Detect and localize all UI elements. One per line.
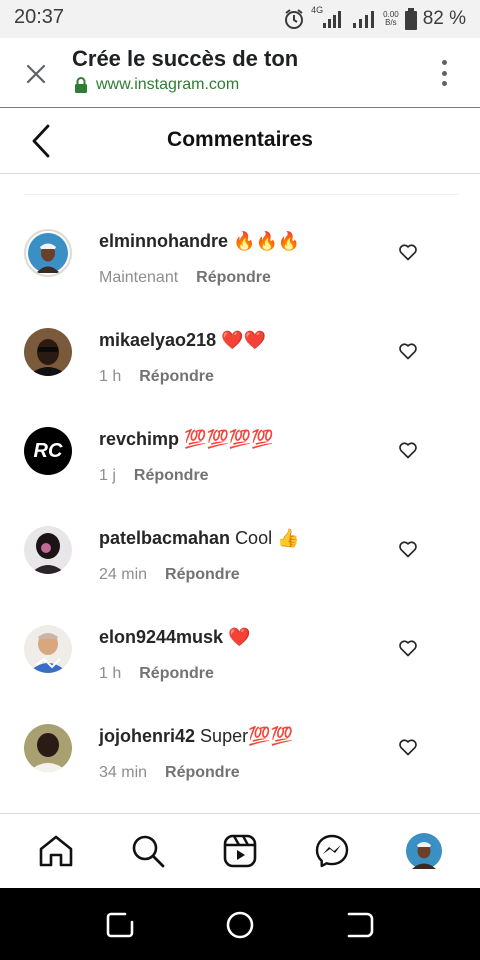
- reels-icon: [223, 834, 257, 868]
- comment-text: revchimp 💯💯💯💯: [99, 429, 274, 450]
- header-title: Commentaires: [167, 128, 313, 151]
- profile-avatar-icon: [406, 833, 442, 869]
- comment-meta: 1 h Répondre: [99, 368, 214, 386]
- comment-body: Cool 👍: [235, 528, 300, 548]
- user-avatar-icon: [24, 724, 72, 772]
- user-avatar-icon: [24, 328, 72, 376]
- comment-body: Super💯💯: [200, 726, 293, 746]
- browser-bar: Crée le succès de ton www.instagram.com: [0, 38, 480, 108]
- comment-username[interactable]: elon9244musk: [99, 627, 223, 647]
- close-button[interactable]: [22, 60, 50, 88]
- comment-username[interactable]: jojohenri42: [99, 726, 195, 746]
- comment-item: elminnohandre 🔥🔥🔥 Maintenant Répondre: [0, 195, 480, 294]
- comment-time: 24 min: [99, 566, 148, 583]
- avatar[interactable]: [24, 724, 72, 772]
- reply-button[interactable]: Répondre: [139, 368, 214, 386]
- alarm-icon: [285, 9, 304, 29]
- comment-body: ❤️: [228, 627, 251, 647]
- nav-messenger[interactable]: [312, 831, 352, 871]
- reply-button[interactable]: Répondre: [165, 764, 240, 782]
- avatar[interactable]: [24, 229, 72, 277]
- comment-item: mikaelyao218 ❤️❤️ 1 h Répondre: [0, 294, 480, 393]
- page-header: Commentaires: [0, 108, 480, 174]
- more-options-button[interactable]: [434, 58, 454, 88]
- comment-time: 1 h: [99, 665, 122, 682]
- comment-username[interactable]: revchimp: [99, 429, 179, 449]
- comment-meta: 24 min Répondre: [99, 566, 240, 584]
- comment-text: jojohenri42 Super💯💯: [99, 726, 293, 747]
- comment-meta: 1 j Répondre: [99, 467, 209, 485]
- close-icon: [26, 64, 46, 84]
- avatar[interactable]: [24, 526, 72, 574]
- avatar[interactable]: [24, 328, 72, 376]
- lock-icon: [75, 77, 87, 93]
- comment-body: 💯💯💯💯: [184, 429, 274, 449]
- comment-body: ❤️❤️: [221, 330, 266, 350]
- heart-icon[interactable]: [398, 242, 418, 262]
- comment-text: elminnohandre 🔥🔥🔥: [99, 231, 300, 252]
- comment-time: Maintenant: [99, 269, 179, 286]
- reply-button[interactable]: Répondre: [134, 467, 209, 485]
- heart-icon[interactable]: [398, 638, 418, 658]
- reply-button[interactable]: Répondre: [196, 269, 271, 287]
- comment-username[interactable]: elminnohandre: [99, 231, 228, 251]
- avatar[interactable]: RC: [24, 427, 72, 475]
- battery-percent: 82 %: [422, 8, 466, 29]
- heart-icon[interactable]: [398, 737, 418, 757]
- kebab-dot-icon: [441, 60, 447, 65]
- kebab-dot-icon: [441, 70, 447, 76]
- reply-button[interactable]: Répondre: [139, 665, 214, 683]
- reply-button[interactable]: Répondre: [165, 566, 240, 584]
- network-speed: 0.00 B/s: [383, 10, 399, 27]
- back-nav-icon[interactable]: [345, 910, 375, 940]
- signal-icon: [323, 11, 342, 28]
- comment-meta: 34 min Répondre: [99, 764, 240, 782]
- android-nav-bar: [0, 888, 480, 960]
- comment-text: elon9244musk ❤️: [99, 627, 251, 648]
- search-icon: [132, 835, 165, 868]
- heart-icon[interactable]: [398, 539, 418, 559]
- comment-username[interactable]: patelbacmahan: [99, 528, 230, 548]
- heart-icon[interactable]: [398, 440, 418, 460]
- avatar[interactable]: [24, 625, 72, 673]
- status-time: 20:37: [14, 6, 65, 28]
- signal-4g: 4G: [311, 5, 345, 30]
- bottom-nav: [0, 813, 480, 888]
- comment-item: patelbacmahan Cool 👍 24 min Répondre: [0, 492, 480, 591]
- comment-item: jojohenri42 Super💯💯 34 min Répondre: [0, 690, 480, 789]
- status-bar: 20:37 4G 0.00 B/s 82 %: [0, 0, 480, 38]
- comment-time: 1 j: [99, 467, 116, 484]
- comment-body: 🔥🔥🔥: [233, 231, 301, 251]
- user-avatar-icon: [24, 625, 72, 673]
- nav-reels[interactable]: [220, 831, 260, 871]
- page-url: www.instagram.com: [96, 76, 240, 93]
- kebab-dot-icon: [441, 81, 447, 86]
- rc-logo-icon: RC: [33, 439, 63, 462]
- home-circle-icon[interactable]: [225, 910, 255, 940]
- battery-icon: [404, 8, 417, 30]
- comment-username[interactable]: mikaelyao218: [99, 330, 216, 350]
- signal-icon-2: [353, 11, 375, 28]
- comment-text: patelbacmahan Cool 👍: [99, 528, 300, 549]
- nav-search[interactable]: [128, 831, 168, 871]
- heart-icon[interactable]: [398, 341, 418, 361]
- comments-list: elminnohandre 🔥🔥🔥 Maintenant Répondre mi…: [0, 195, 480, 789]
- comment-text: mikaelyao218 ❤️❤️: [99, 330, 266, 351]
- page-title: Crée le succès de ton: [72, 46, 299, 71]
- nav-profile[interactable]: [404, 831, 444, 871]
- comment-item: elon9244musk ❤️ 1 h Répondre: [0, 591, 480, 690]
- messenger-icon: [315, 834, 349, 868]
- status-indicators: 4G 0.00 B/s 82 %: [283, 5, 466, 32]
- url-row[interactable]: www.instagram.com: [74, 76, 239, 94]
- user-avatar-icon: [24, 526, 72, 574]
- recents-icon[interactable]: [105, 910, 135, 940]
- nav-home[interactable]: [36, 831, 76, 871]
- comment-meta: 1 h Répondre: [99, 665, 214, 683]
- comment-time: 34 min: [99, 764, 148, 781]
- comment-item: RC revchimp 💯💯💯💯 1 j Répondre: [0, 393, 480, 492]
- comment-time: 1 h: [99, 368, 122, 385]
- comment-meta: Maintenant Répondre: [99, 269, 271, 287]
- home-icon: [39, 835, 73, 867]
- user-avatar-icon: [28, 233, 68, 273]
